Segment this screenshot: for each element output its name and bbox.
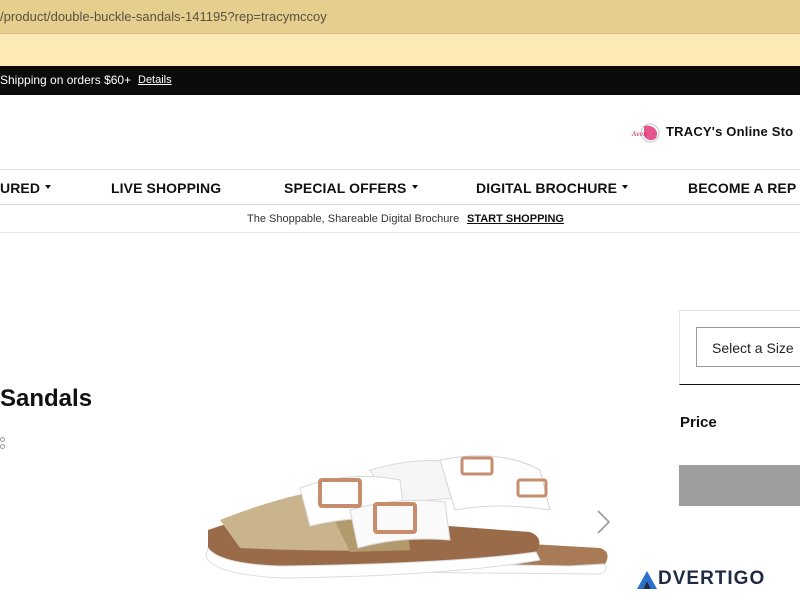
store-name: TRACY's Online Sto (666, 124, 794, 139)
chevron-right-icon[interactable] (594, 508, 614, 536)
watermark-text: DVERTIGO (658, 568, 766, 589)
price-label: Price (680, 414, 717, 431)
nav-item-label: DIGITAL BROCHURE (476, 180, 618, 196)
start-shopping-link[interactable]: START SHOPPING (467, 213, 564, 225)
nav-item-digital-brochure[interactable]: DIGITAL BROCHURE (476, 180, 629, 196)
page: /product/double-buckle-sandals-141195?re… (0, 0, 800, 600)
sub-banner-text: The Shoppable, Shareable Digital Brochur… (247, 213, 460, 225)
main-nav: URED LIVE SHOPPING SPECIAL OFFERS DIGITA… (0, 170, 800, 205)
nav-item-label: SPECIAL OFFERS (284, 180, 407, 196)
url-text[interactable]: /product/double-buckle-sandals-141195?re… (0, 9, 327, 24)
nav-item-label: BECOME A REP (688, 180, 797, 196)
caret-down-icon (622, 185, 629, 190)
site-header: Avon TRACY's Online Sto (0, 95, 800, 170)
store-logo-icon: Avon (631, 123, 660, 143)
caret-down-icon (45, 185, 52, 190)
address-band (0, 34, 800, 66)
advertigo-logo-icon (637, 571, 657, 589)
caret-down-icon (411, 185, 418, 190)
browser-url-bar[interactable]: /product/double-buckle-sandals-141195?re… (0, 0, 800, 34)
promo-bar: Shipping on orders $60+ Details (0, 66, 800, 95)
nav-item-become-a-rep[interactable]: BECOME A REP (688, 180, 796, 196)
size-select[interactable]: Select a Size (696, 327, 800, 367)
svg-text:Avon: Avon (631, 131, 647, 138)
promo-details-link[interactable]: Details (138, 74, 172, 86)
promo-text: Shipping on orders $60+ (0, 73, 132, 87)
nav-item-label: URED (0, 180, 41, 196)
nav-item-special-offers[interactable]: SPECIAL OFFERS (284, 180, 418, 196)
nav-item-label: LIVE SHOPPING (111, 180, 222, 196)
sandals-image (205, 455, 608, 579)
product-title: Sandals (0, 385, 93, 412)
size-select-label: Select a Size (712, 340, 794, 356)
add-to-bag-button[interactable] (679, 465, 800, 506)
sub-banner: The Shoppable, Shareable Digital Brochur… (0, 205, 800, 233)
nav-item-live-shopping[interactable]: LIVE SHOPPING (111, 180, 221, 196)
nav-item-featured[interactable]: URED (0, 180, 52, 196)
rating-dots-icon (0, 437, 8, 451)
